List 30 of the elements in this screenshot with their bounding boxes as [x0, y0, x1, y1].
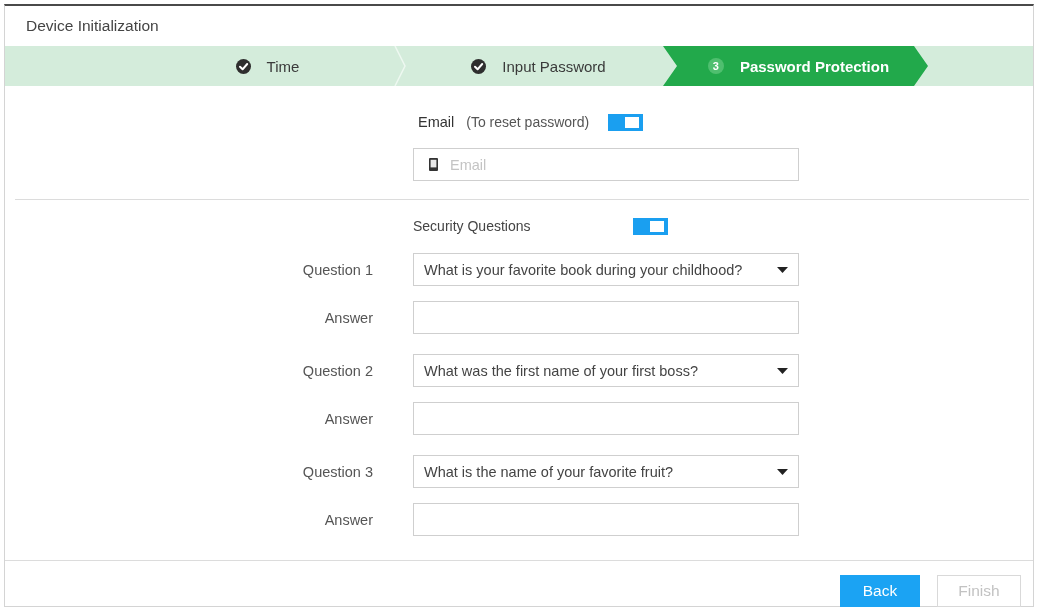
answer-field[interactable] [413, 301, 799, 334]
question-label: Question 3 [302, 463, 373, 480]
question-dropdown[interactable]: What is the name of your favorite fruit? [413, 455, 799, 488]
question-dropdown[interactable]: What is your favorite book during your childhood? [413, 253, 799, 286]
answer-field[interactable] [413, 402, 799, 435]
email-hint: (To reset password) [466, 114, 590, 130]
step-label: Password Protection [739, 57, 890, 75]
answer-label: Answer [324, 410, 373, 427]
answer-label: Answer [324, 309, 373, 326]
toggle-switch[interactable] [608, 113, 644, 131]
section-label: Security Questions [413, 218, 531, 234]
question-label: Question 2 [302, 362, 373, 379]
question-label: Question 1 [302, 261, 373, 278]
step-number: 3 [707, 58, 724, 74]
answer-label: Answer [324, 511, 373, 528]
toggle-switch[interactable] [633, 217, 668, 235]
window-title: Device Initialization [26, 17, 159, 35]
phone-icon [429, 158, 438, 171]
chevron-icon [394, 46, 406, 86]
answer-field[interactable] [413, 503, 799, 536]
email-field[interactable]: Email [413, 148, 799, 181]
check-icon [471, 58, 487, 74]
caret-icon [777, 367, 788, 374]
step-label: Input Password [502, 57, 606, 75]
email-label: Email [418, 114, 455, 130]
question-dropdown[interactable]: What was the first name of your first boss? [413, 354, 799, 387]
caret-icon [777, 468, 788, 475]
step-label: Time [266, 57, 300, 75]
check-icon [235, 58, 251, 74]
caret-icon [777, 266, 788, 273]
